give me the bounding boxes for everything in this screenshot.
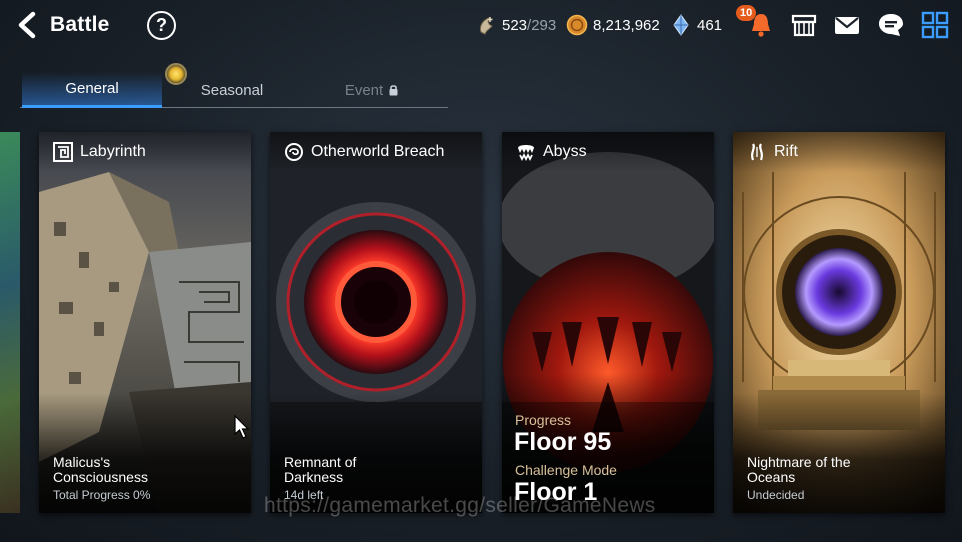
card-subtitle: Undecided [747, 488, 805, 502]
stamina-max: /293 [527, 16, 557, 34]
lock-icon [389, 85, 398, 96]
card-subtitle: Total Progress 0% [53, 488, 151, 502]
rift-icon [751, 143, 763, 161]
card-header: Otherworld Breach [270, 132, 482, 172]
tab-event-label: Event [344, 81, 384, 99]
card-title: Malicus's Consciousness [53, 455, 238, 485]
card-name: Abyss [543, 143, 587, 160]
stamina-resource[interactable]: 523/293 [475, 12, 556, 38]
portal-swirl-icon [285, 143, 303, 161]
stamina-current: 523 [502, 16, 528, 34]
progress-value: Floor 95 [514, 428, 612, 456]
card-name: Labyrinth [80, 143, 146, 160]
chevron-left-icon [18, 11, 36, 39]
gold-amount: 8,213,962 [593, 16, 660, 34]
mode-tabs: General Seasonal Event [20, 72, 448, 110]
crystal-amount: 461 [697, 16, 723, 34]
chat-icon[interactable] [876, 10, 906, 40]
stamina-icon [480, 17, 493, 35]
notification-badge: 10 [736, 5, 757, 21]
top-bar: Battle ? 523/293 8,213,962 461 10 [0, 0, 962, 52]
mail-icon[interactable] [832, 10, 862, 40]
tab-event[interactable]: Event [302, 72, 442, 108]
tab-seasonal-label: Seasonal [200, 81, 264, 99]
card-header: Labyrinth [39, 132, 251, 172]
card-title: Remnant of Darkness [284, 455, 469, 485]
card-title-text: Malicus's Consciousness [53, 454, 148, 485]
crystal-resource[interactable]: 461 [670, 12, 722, 38]
card-title-text: Remnant of Darkness [284, 454, 357, 485]
new-content-indicator [165, 63, 187, 85]
back-button[interactable]: Battle [14, 8, 110, 42]
card-header: Rift [733, 132, 945, 172]
card-otherworld-breach[interactable]: Otherworld Breach Remnant of Darkness 14… [270, 132, 482, 513]
shop-icon[interactable] [789, 10, 819, 40]
challenge-mode-label: Challenge Mode [515, 462, 617, 478]
abyss-jaws-icon [518, 145, 534, 162]
maze-icon [53, 142, 73, 162]
mouse-cursor-icon [234, 415, 250, 439]
card-abyss[interactable]: Abyss Progress Floor 95 Challenge Mode F… [502, 132, 714, 513]
card-title: Nightmare of the Oceans [747, 455, 932, 485]
crystal-icon [673, 14, 689, 36]
card-rift[interactable]: Rift Nightmare of the Oceans Undecided [733, 132, 945, 513]
gold-coin-icon [566, 14, 588, 36]
tab-general[interactable]: General [22, 72, 162, 108]
tab-general-label: General [65, 80, 119, 97]
watermark: https://gamemarket.gg/seller/GameNews [264, 494, 656, 517]
grid-menu-icon[interactable] [920, 10, 950, 40]
gold-resource[interactable]: 8,213,962 [566, 12, 660, 38]
card-name: Otherworld Breach [311, 143, 445, 160]
card-title-text: Nightmare of the Oceans [747, 454, 851, 485]
card-header: Abyss [502, 132, 714, 172]
question-icon: ? [156, 15, 167, 35]
card-labyrinth[interactable]: Labyrinth Malicus's Consciousness Total … [39, 132, 251, 513]
page-title: Battle [50, 13, 110, 36]
offscreen-card[interactable] [0, 132, 20, 513]
progress-label: Progress [515, 412, 572, 428]
help-button[interactable]: ? [147, 11, 176, 40]
card-name: Rift [774, 143, 798, 160]
